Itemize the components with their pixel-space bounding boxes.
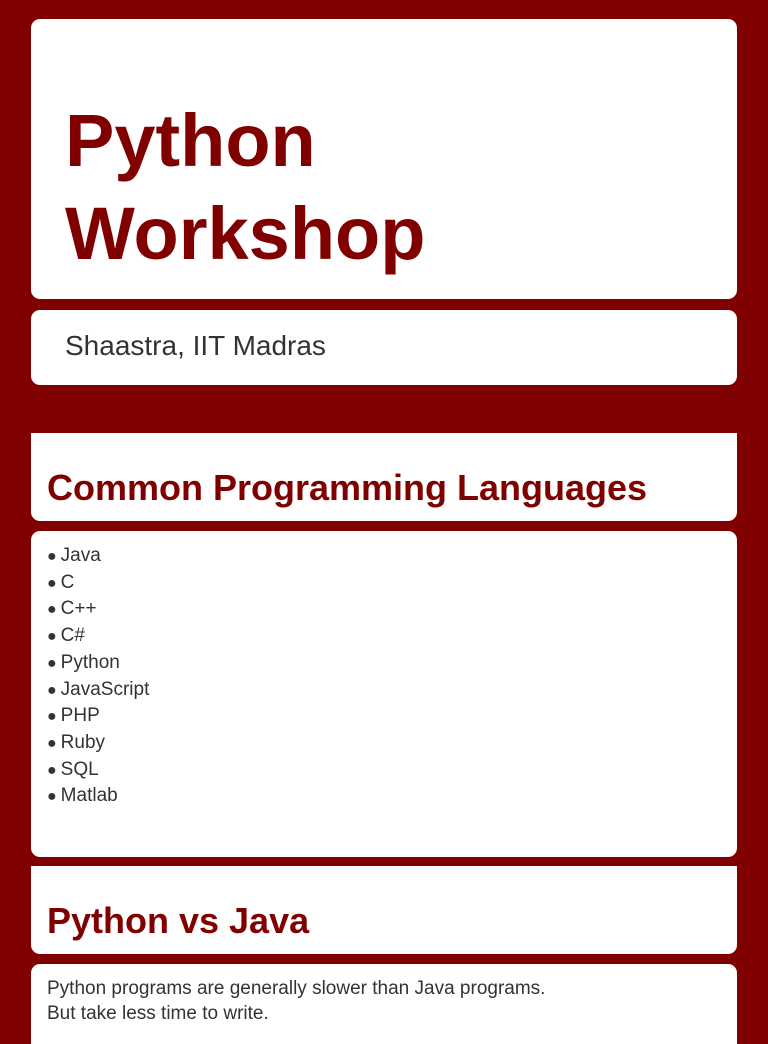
list-item: ● PHP xyxy=(47,703,737,730)
list-item: ● C# xyxy=(47,623,737,650)
list-item: ● JavaScript xyxy=(47,677,737,704)
list-item-label: Java xyxy=(60,545,101,566)
slide-languages-body: ● Java ● C ● C++ ● C# ● Python ● JavaScript ● PHP ● Rub… xyxy=(31,531,737,857)
slide-python-vs-java-body: Python programs are generally slower tha… xyxy=(31,964,737,1044)
list-item: ● C xyxy=(47,570,737,597)
list-item: ● Ruby xyxy=(47,730,737,757)
list-item-label: SQL xyxy=(60,758,99,780)
slide-title: Python vs Java xyxy=(47,900,310,941)
list-item: ● Java xyxy=(47,543,737,570)
slide-title: Common Programming Languages xyxy=(47,467,648,508)
slide-python-vs-java-header: Python vs Java xyxy=(31,866,737,954)
slide-languages-header: Common Programming Languages xyxy=(31,433,737,521)
body-line: Python programs are generally slower tha… xyxy=(47,978,546,999)
title-slide-header: Python Workshop xyxy=(31,19,737,299)
presentation-title: Python Workshop xyxy=(65,99,426,275)
list-item-label: Python xyxy=(60,651,120,673)
list-item-label: Matlab xyxy=(60,785,118,807)
bullet-icon: ● xyxy=(47,734,57,752)
bullet-icon: ● xyxy=(47,601,57,619)
list-item: ● SQL xyxy=(47,757,737,784)
list-item-label: Ruby xyxy=(60,731,106,753)
list-item-label: PHP xyxy=(60,705,100,727)
bullet-icon: ● xyxy=(47,708,57,726)
title-slide-subtitle-box: Shaastra, IIT Madras xyxy=(31,310,737,385)
bullet-icon: ● xyxy=(47,548,57,565)
list-item-label: C++ xyxy=(60,598,97,620)
list-item: ● C++ xyxy=(47,596,737,623)
presentation-subtitle: Shaastra, IIT Madras xyxy=(65,330,326,361)
bullet-icon: ● xyxy=(47,574,57,592)
list-item: ● Python xyxy=(47,650,737,677)
list-item-label: C# xyxy=(60,625,85,647)
list-item-label: JavaScript xyxy=(60,678,150,700)
bullet-icon: ● xyxy=(47,628,57,646)
bullet-icon: ● xyxy=(47,654,57,672)
bullet-icon: ● xyxy=(47,681,57,699)
language-list: ● Java ● C ● C++ ● C# ● Python ● JavaScript ● PHP ● Rub… xyxy=(31,531,737,810)
list-item: ● Matlab xyxy=(47,783,737,810)
body-line: But take less time to write. xyxy=(47,1003,269,1024)
list-item-label: C xyxy=(60,571,75,593)
bullet-icon: ● xyxy=(47,788,57,806)
bullet-icon: ● xyxy=(47,761,57,779)
body-text: Python programs are generally slower tha… xyxy=(31,964,737,1026)
